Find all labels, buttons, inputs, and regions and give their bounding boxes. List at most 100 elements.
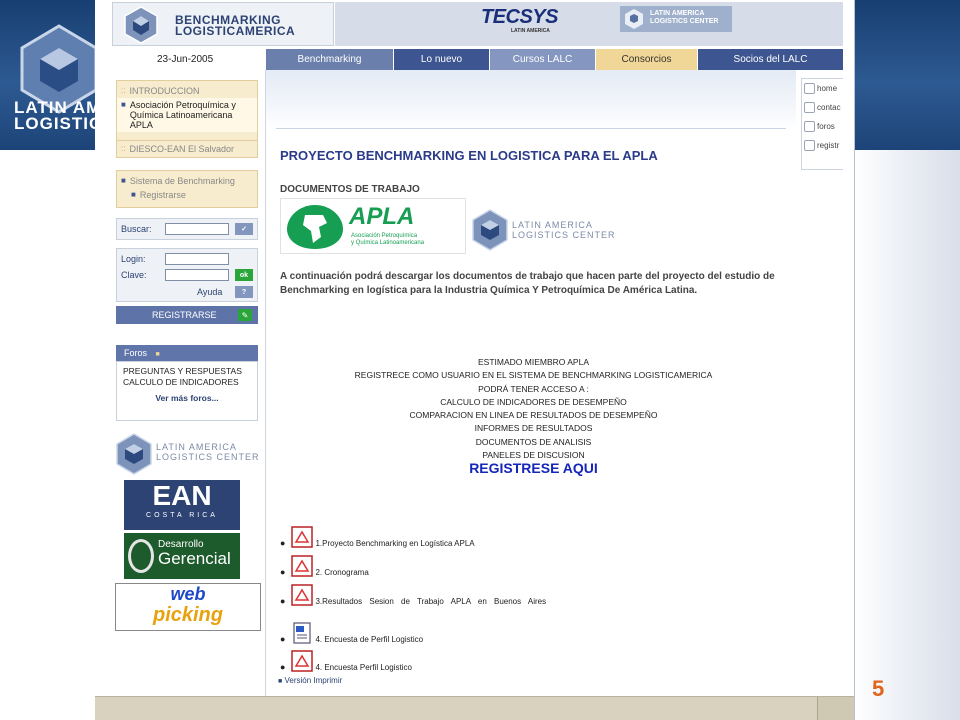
register-here-link[interactable]: REGISTRESE AQUI <box>266 460 796 476</box>
sidebar-item-introduccion[interactable]: :: INTRODUCCION <box>117 84 257 98</box>
pdf-icon <box>291 650 314 672</box>
nav-item-benchmarking[interactable]: Benchmarking <box>266 49 394 70</box>
sidebar-menu-1: :: INTRODUCCION ■ Asociación Petroquímica … <box>116 80 258 142</box>
forums-more-link[interactable]: Ver más foros... <box>123 393 251 404</box>
main-content: PROYECTO BENCHMARKING EN LOGISTICA PARA … <box>266 70 796 720</box>
desarrollo-gerencial-logo[interactable]: Desarrollo Gerencial <box>124 533 240 579</box>
nav-item-consorcios[interactable]: Consorcios <box>596 49 698 70</box>
bullet-icon: ■ <box>121 100 126 109</box>
pdf-icon <box>291 555 314 577</box>
nav-label: Socios del LALC <box>733 54 808 65</box>
list-bullet: ● <box>280 538 286 548</box>
forums-text[interactable]: PREGUNTAS Y RESPUESTAS CALCULO DE INDICA… <box>123 366 251 388</box>
tool-contact[interactable]: contac <box>802 98 843 117</box>
lalc-sidebar-line2: LOGISTICS CENTER <box>156 452 260 462</box>
nav-item-lo-nuevo[interactable]: Lo nuevo <box>394 49 490 70</box>
tool-label: registr <box>817 141 840 150</box>
document-item-3[interactable]: ● 3.Resultados Sesion de Trabajo APLA en… <box>280 584 570 606</box>
nav-item-socios[interactable]: Socios del LALC <box>698 49 843 70</box>
register-button[interactable]: REGISTRARSE ✎ <box>116 306 258 324</box>
list-bullet: ● <box>280 662 286 672</box>
horizontal-scrollbar[interactable] <box>95 696 854 720</box>
webpicking-logo[interactable]: web picking <box>115 583 261 631</box>
sidebar-item-registrarse[interactable]: ■ Registrarse <box>117 188 257 202</box>
search-label: Buscar: <box>121 224 152 234</box>
document-item-5[interactable]: ● 4. Encuesta Perfil Logistico <box>280 650 412 672</box>
content-hero <box>266 70 796 130</box>
nav-item-cursos-lalc[interactable]: Cursos LALC <box>490 49 596 70</box>
word-doc-icon <box>293 622 312 644</box>
lalc-top-line2: LOGISTICS CENTER <box>650 18 719 25</box>
tool-home[interactable]: home <box>802 79 843 98</box>
register-icon <box>804 140 815 151</box>
login-box: Login: Clave: ok Ayuda ? <box>116 248 258 302</box>
password-label: Clave: <box>121 270 147 280</box>
apla-logo-sub: Asociación Petroquímica y Química Latino… <box>351 233 424 247</box>
forums-title: Foros <box>124 348 148 358</box>
lalc-content-line1: LATIN AMERICA <box>512 220 593 230</box>
login-input[interactable] <box>165 253 229 265</box>
document-item-2[interactable]: ● 2. Cronograma <box>280 555 369 577</box>
sidebar: :: INTRODUCCION ■ Asociación Petroquímica … <box>112 70 266 720</box>
apla-logo: APLA Asociación Petroquímica y Química L… <box>280 198 466 254</box>
login-ok-button[interactable]: ok <box>235 269 253 281</box>
notice-line: CALCULO DE INDICADORES DE DESEMPEÑO <box>440 396 627 407</box>
slide-logo-line2: LOGISTIC <box>14 114 103 133</box>
document-item-1[interactable]: ● 1.Proyecto Benchmarking en Logística A… <box>280 526 475 548</box>
nav-label: Consorcios <box>621 54 672 65</box>
sidebar-menu-2: ■ Sistema de Benchmarking ■ Registrarse <box>116 170 258 208</box>
notice-line: PODRÁ TENER ACCESO A : <box>478 383 589 394</box>
lalc-top-line1: LATIN AMERICA <box>650 10 705 17</box>
document-item-4[interactable]: ● 4. Encuesta de Perfil Logistico <box>280 622 423 644</box>
partner-banner: TECSYS LATIN AMERICA LATIN AMERICA LOGIS… <box>335 2 843 46</box>
pdf-icon <box>291 526 314 548</box>
lalc-sidebar-logo[interactable]: LATIN AMERICA LOGISTICS CENTER <box>114 432 264 476</box>
document-link[interactable]: 1.Proyecto Benchmarking en Logística APL… <box>315 539 474 548</box>
lalc-top-text: LATIN AMERICA LOGISTICS CENTER <box>650 10 718 26</box>
sidebar-item-diesco[interactable]: :: DIESCO-EAN El Salvador <box>117 144 257 156</box>
notice-line: COMPARACION EN LINEA DE RESULTADOS DE DE… <box>409 410 658 421</box>
pencil-icon: ✎ <box>238 309 252 321</box>
brand-cube-icon <box>124 6 158 44</box>
list-bullet: ● <box>280 567 286 577</box>
bullet-icon: :: <box>121 144 126 153</box>
document-link[interactable]: 4. Encuesta de Perfil Logistico <box>315 635 423 644</box>
password-input[interactable] <box>165 269 229 281</box>
help-link[interactable]: Ayuda <box>197 287 222 297</box>
apla-logo-text: APLA <box>349 203 415 230</box>
sidebar-item-label: Sistema de Benchmarking <box>129 176 235 186</box>
forums-bullet-icon: ■ <box>155 351 160 358</box>
search-go-icon[interactable]: ✓ <box>235 223 253 235</box>
divider <box>276 128 786 129</box>
main-nav: Benchmarking Lo nuevo Cursos LALC Consor… <box>266 49 843 70</box>
tool-forums[interactable]: foros <box>802 117 843 136</box>
right-tools-panel: home contac foros registr <box>801 78 843 170</box>
brand-box[interactable]: BENCHMARKING LOGISTICAMERICA <box>112 2 334 46</box>
ean-logo[interactable]: EAN COSTA RICA <box>124 480 240 530</box>
notice-line: REGISTRECE COMO USUARIO EN EL SISTEMA DE… <box>354 370 713 381</box>
tool-register[interactable]: registr <box>802 136 843 155</box>
search-input[interactable] <box>165 223 229 235</box>
brand-line2: LOGISTICAMERICA <box>175 24 296 38</box>
document-link[interactable]: 4. Encuesta Perfil Logistico <box>315 663 412 672</box>
tool-label: contac <box>817 103 841 112</box>
lalc-sidebar-line1: LATIN AMERICA <box>156 442 237 452</box>
forum-icon <box>804 121 815 132</box>
print-link[interactable]: ■ Versión Imprimir <box>278 676 342 685</box>
document-link[interactable]: 2. Cronograma <box>315 568 368 577</box>
sidebar-item-sistema[interactable]: ■ Sistema de Benchmarking <box>117 174 257 188</box>
forums-header[interactable]: Foros ■ <box>116 345 258 361</box>
tecsys-logo[interactable]: TECSYS <box>481 6 559 29</box>
dg-line2: Gerencial <box>158 549 231 568</box>
sidebar-item-label: INTRODUCCION <box>129 86 200 96</box>
sidebar-item-apla[interactable]: ■ Asociación Petroquímica y Química Latin… <box>117 98 257 132</box>
ean-text: EAN <box>152 480 212 511</box>
register-label: REGISTRARSE <box>152 310 217 320</box>
lalc-content-text: LATIN AMERICA LOGISTICS CENTER <box>512 220 616 240</box>
sidebar-item-label: DIESCO-EAN El Salvador <box>129 144 234 154</box>
list-bullet: ● <box>280 634 286 644</box>
page-title: PROYECTO BENCHMARKING EN LOGISTICA PARA … <box>280 148 658 163</box>
lalc-content-logo: LATIN AMERICA LOGISTICS CENTER <box>470 208 618 252</box>
document-link[interactable]: 3.Resultados Sesion de Trabajo APLA en B… <box>315 597 565 606</box>
help-icon[interactable]: ? <box>235 286 253 298</box>
